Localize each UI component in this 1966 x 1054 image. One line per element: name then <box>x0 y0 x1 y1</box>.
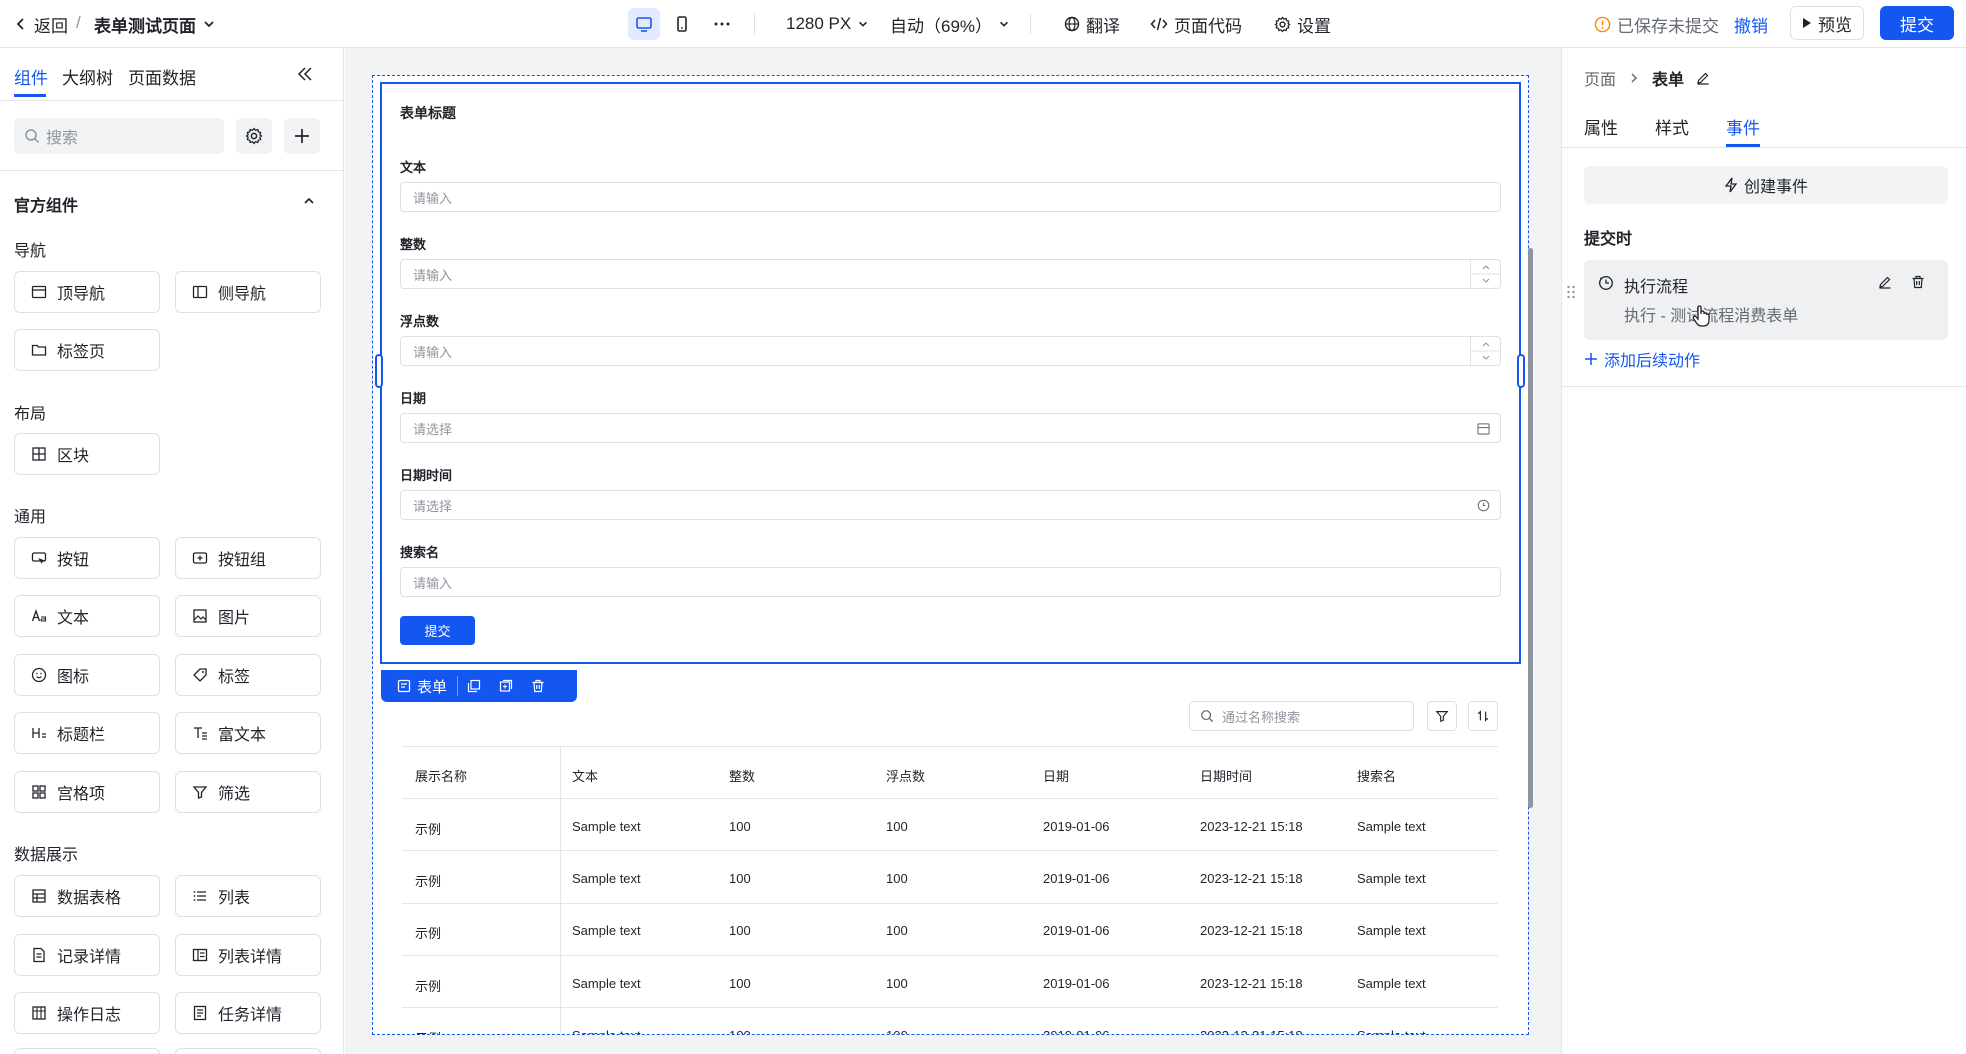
trigger-title: 提交时 <box>1584 231 1633 248</box>
breadcrumb: 页面 表单 <box>1584 66 1710 90</box>
chevron-right-icon <box>1631 73 1638 83</box>
edit-icon[interactable] <box>1878 275 1892 289</box>
table-cell: 示例 <box>415 1028 441 1034</box>
table-cell: Sample text <box>1357 871 1426 886</box>
table-cell: 2019-01-06 <box>1043 819 1110 834</box>
table-cell: Sample text <box>1357 819 1426 834</box>
plus-icon <box>1585 353 1597 365</box>
table-cell: 2023-12-21 15:18 <box>1200 1028 1303 1034</box>
table-header-cell: 浮点数 <box>886 769 926 784</box>
breadcrumb-root[interactable]: 页面 <box>1584 66 1616 90</box>
table-cell: 示例 <box>415 874 442 889</box>
table-cell: Sample text <box>1357 976 1426 991</box>
create-event-label: 创建事件 <box>1743 179 1808 196</box>
table-header-cell: 搜索名 <box>1357 769 1397 784</box>
component-more[interactable] <box>14 1048 160 1054</box>
table-cell: 示例 <box>415 926 442 941</box>
table-cell: 100 <box>729 871 751 886</box>
tab-properties[interactable]: 属性 <box>1584 114 1618 139</box>
table-cell: 100 <box>886 1028 908 1034</box>
drag-handle[interactable] <box>1566 284 1576 300</box>
table-cell: 2023-12-21 15:18 <box>1200 976 1303 991</box>
trash-icon[interactable] <box>1911 275 1925 289</box>
table-cell: Sample text <box>1357 923 1426 938</box>
table-cell: 2019-01-06 <box>1043 1028 1110 1034</box>
drag-handle-icon <box>1567 285 1575 299</box>
table-cell: 2023-12-21 15:18 <box>1200 819 1303 834</box>
table-cell: Sample text <box>572 976 641 991</box>
event-action-card[interactable]: 执行流程 执行 - 测试流程消费表单 <box>1584 260 1948 340</box>
table-cell: 100 <box>886 871 908 886</box>
hand-cursor-icon <box>1692 305 1710 327</box>
table-header-cell: 日期时间 <box>1200 769 1253 784</box>
table-cell: 2019-01-06 <box>1043 976 1110 991</box>
table-cell: Sample text <box>572 871 641 886</box>
flow-icon <box>1599 276 1613 290</box>
edit-icon[interactable] <box>1696 71 1710 85</box>
table-cell: 100 <box>729 1028 751 1034</box>
table-cell: Sample text <box>572 819 641 834</box>
component-more[interactable] <box>175 1048 321 1054</box>
table-header-cell: 整数 <box>729 769 756 784</box>
table-cell: 示例 <box>415 822 442 837</box>
table-header-cell: 文本 <box>572 769 599 784</box>
action-title: 执行流程 <box>1624 279 1689 296</box>
table-cell: 示例 <box>415 979 442 994</box>
breadcrumb-current: 表单 <box>1652 72 1685 89</box>
table-cell: 100 <box>729 976 751 991</box>
tab-events[interactable]: 事件 <box>1726 114 1760 139</box>
table-cell: 100 <box>886 819 908 834</box>
add-action-label: 添加后续动作 <box>1604 353 1701 370</box>
property-panel: 页面 表单 属性 样式 事件 创建事件 提交时 执行流程 执行 - 测试流程消费… <box>1561 48 1966 1054</box>
table-header-cell: 展示名称 <box>415 769 468 784</box>
table-cell: 100 <box>886 976 908 991</box>
create-event-button[interactable]: 创建事件 <box>1584 166 1948 204</box>
divider <box>1562 147 1966 148</box>
tab-styles[interactable]: 样式 <box>1655 114 1689 139</box>
table-cell: 2023-12-21 15:18 <box>1200 871 1303 886</box>
table-cell: 2019-01-06 <box>1043 923 1110 938</box>
table-cell: Sample text <box>572 923 641 938</box>
table-cell: 100 <box>729 923 751 938</box>
table-cell: 100 <box>729 819 751 834</box>
table-cell: 100 <box>886 923 908 938</box>
table-cell: 2023-12-21 15:18 <box>1200 923 1303 938</box>
table-cell: Sample text <box>572 1028 641 1034</box>
add-action-button[interactable]: 添加后续动作 <box>1584 347 1700 371</box>
table-header-cell: 日期 <box>1043 769 1070 784</box>
table-cell: 2019-01-06 <box>1043 871 1110 886</box>
divider <box>1562 386 1966 387</box>
lightning-icon <box>1724 177 1738 193</box>
table-cell: Sample text <box>1357 1028 1426 1034</box>
